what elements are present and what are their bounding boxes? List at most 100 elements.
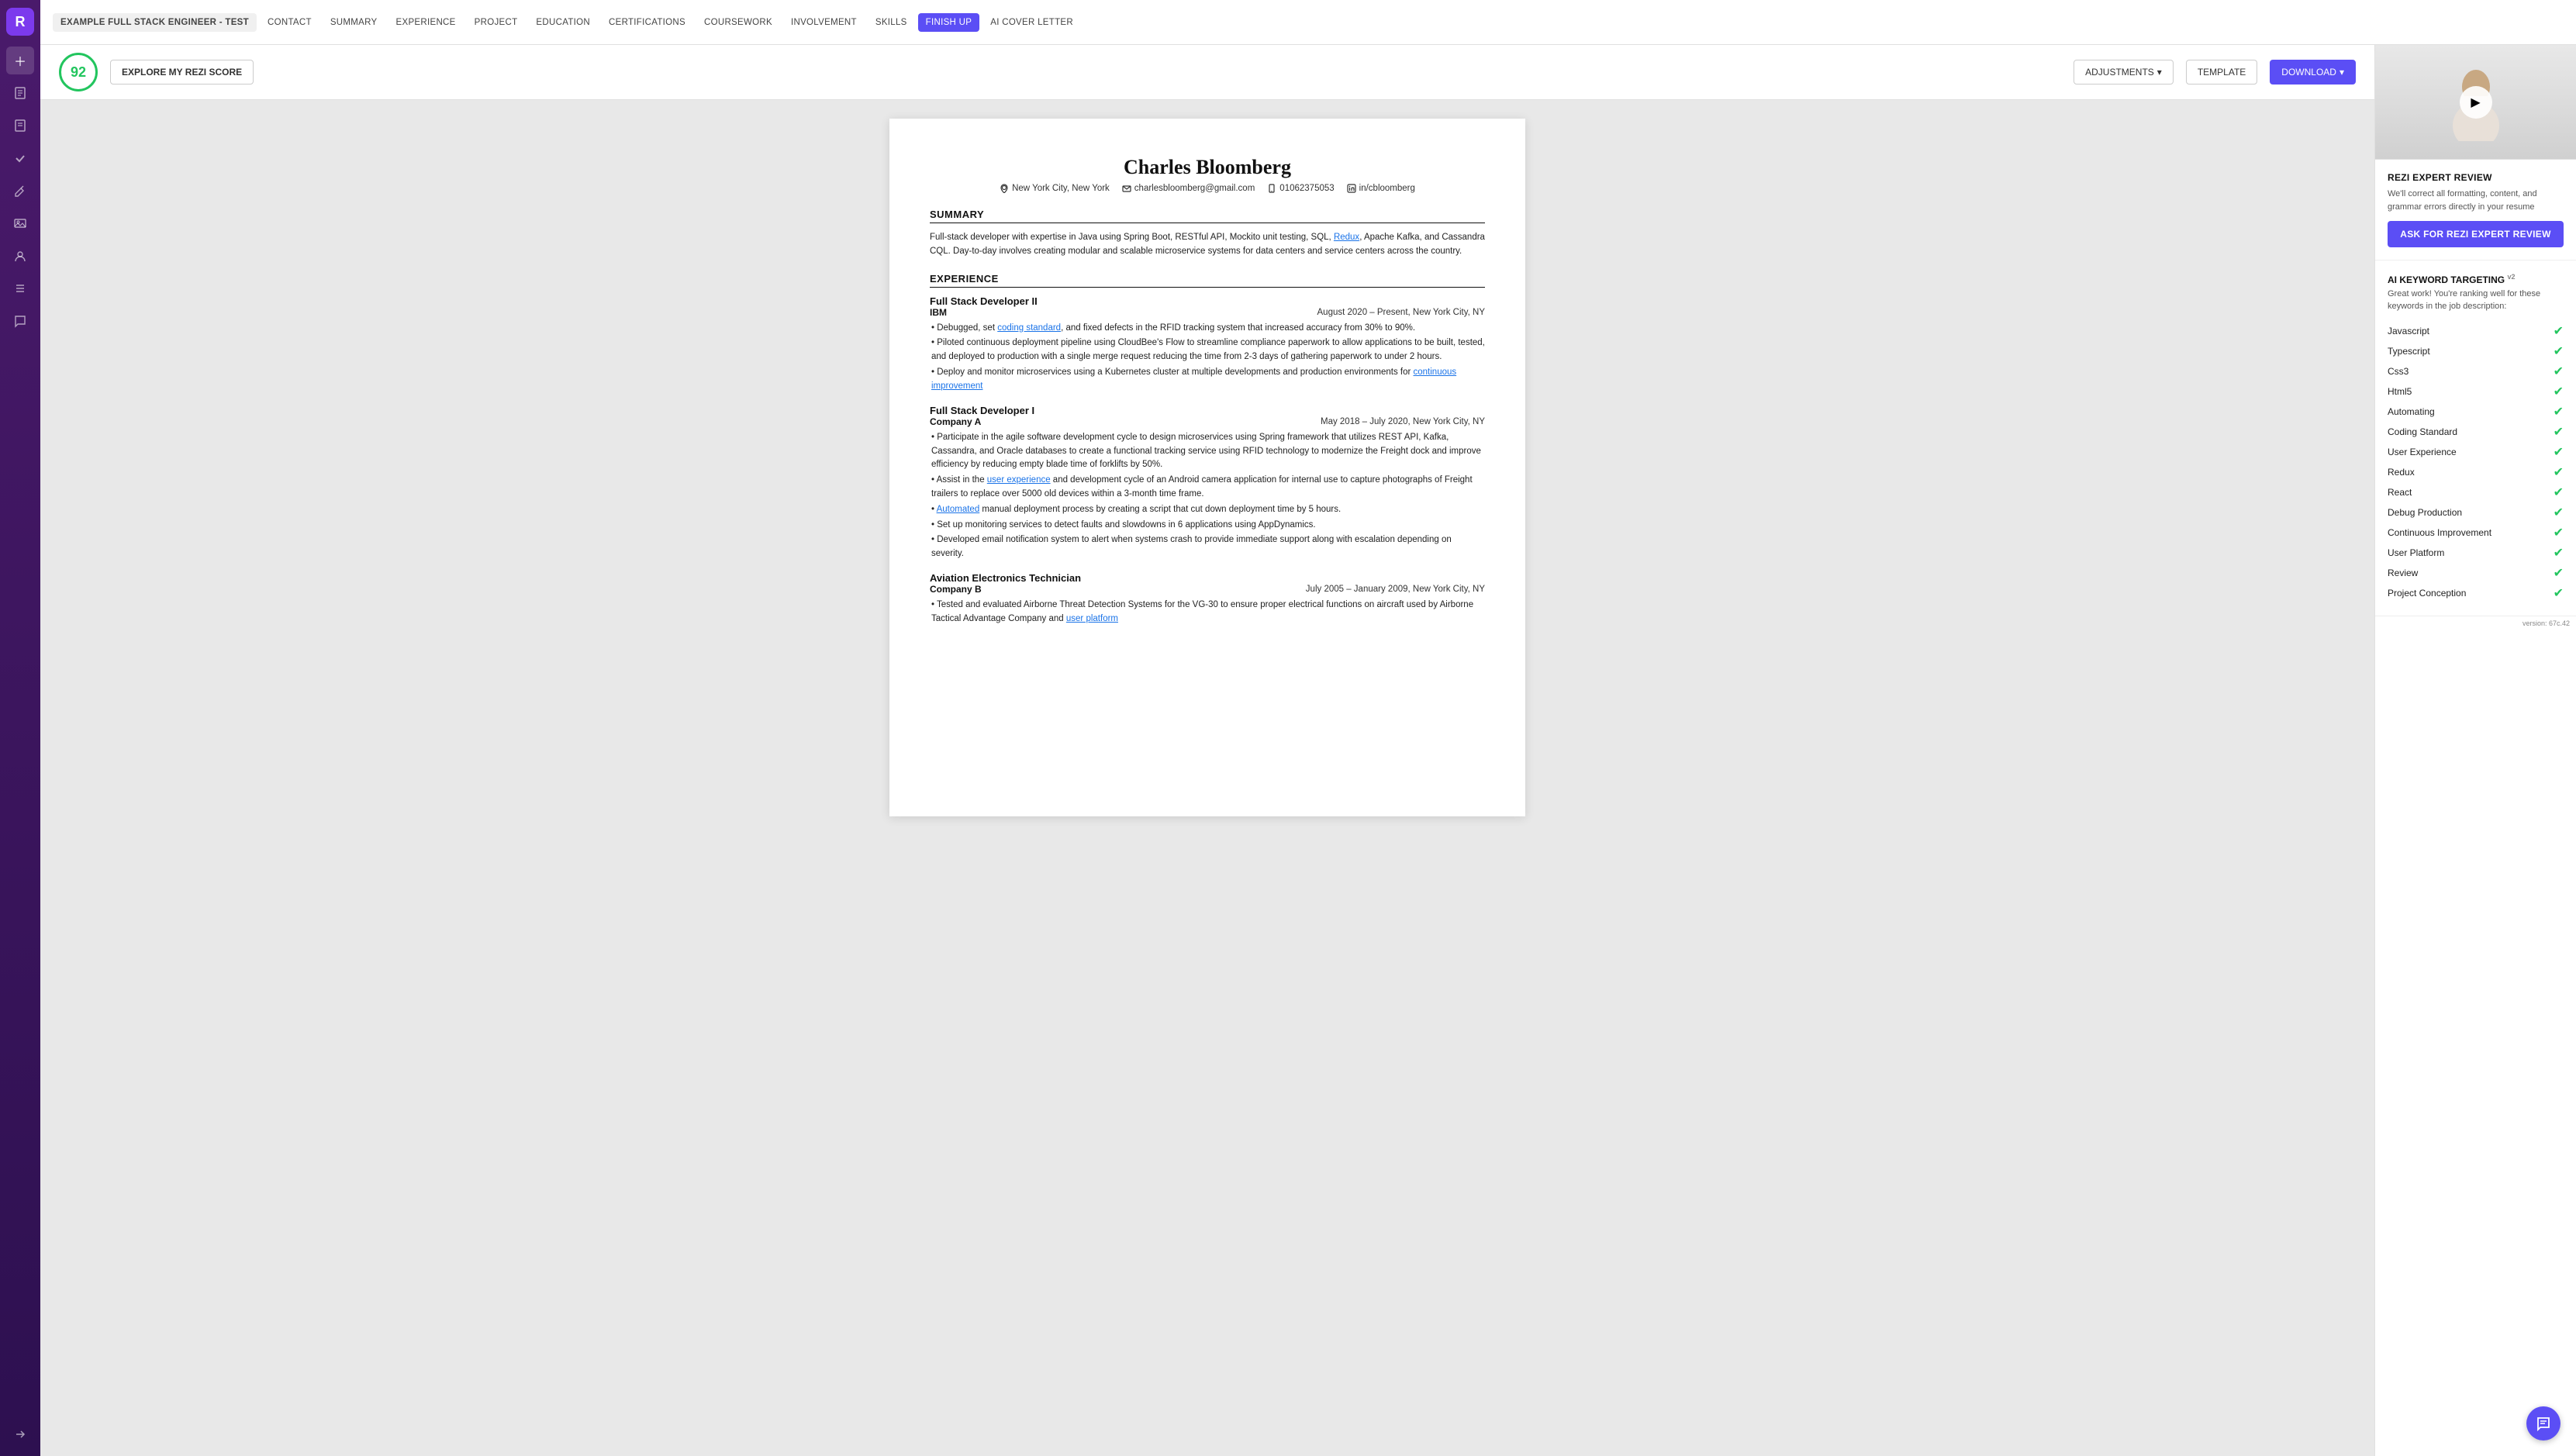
ask-review-button[interactable]: ASK FOR REZI EXPERT REVIEW bbox=[2388, 221, 2564, 247]
keyword-row-continuous-improvement: Continuous Improvement ✔ bbox=[2388, 523, 2564, 543]
keyword-row-automating: Automating ✔ bbox=[2388, 402, 2564, 422]
keyword-targeting-section: AI KEYWORD TARGETING v2 Great work! You'… bbox=[2375, 260, 2576, 616]
keyword-check-debug-production: ✔ bbox=[2554, 505, 2564, 520]
job-title-2: Full Stack Developer I bbox=[930, 405, 1485, 416]
video-thumbnail[interactable]: ▶ bbox=[2375, 45, 2576, 160]
nav-item-involvement[interactable]: INVOLVEMENT bbox=[783, 13, 865, 32]
keyword-check-html5: ✔ bbox=[2554, 384, 2564, 399]
keyword-row-user-experience: User Experience ✔ bbox=[2388, 442, 2564, 462]
rezi-expert-section: REZI EXPERT REVIEW We'll correct all for… bbox=[2375, 160, 2576, 260]
score-bar: 92 EXPLORE MY REZI SCORE ADJUSTMENTS ▾ T… bbox=[40, 45, 2374, 100]
nav-item-contact[interactable]: CONTACT bbox=[260, 13, 319, 32]
keyword-check-user-experience: ✔ bbox=[2554, 444, 2564, 460]
job-item-2: Full Stack Developer I Company A May 201… bbox=[930, 405, 1485, 561]
nav-item-project[interactable]: PROJECT bbox=[467, 13, 526, 32]
adjustments-button[interactable]: ADJUSTMENTS ▾ bbox=[2074, 60, 2174, 85]
keyword-check-user-platform: ✔ bbox=[2554, 545, 2564, 561]
link-user-experience: user experience bbox=[987, 475, 1051, 485]
keyword-check-redux: ✔ bbox=[2554, 464, 2564, 480]
summary-highlight-redux: Redux bbox=[1334, 233, 1359, 242]
keyword-name-html5: Html5 bbox=[2388, 386, 2412, 397]
job-date-2: May 2018 – July 2020, New York City, NY bbox=[1321, 417, 1485, 426]
nav-item-skills[interactable]: SKILLS bbox=[868, 13, 915, 32]
keyword-row-css3: Css3 ✔ bbox=[2388, 361, 2564, 381]
sidebar-icon-list[interactable] bbox=[6, 274, 34, 302]
version-text: version: 67c.42 bbox=[2375, 616, 2576, 630]
job-company-3: Company B bbox=[930, 584, 982, 595]
template-button[interactable]: TEMPLATE bbox=[2186, 60, 2257, 85]
resume-email: charlesbloomberg@gmail.com bbox=[1122, 184, 1255, 193]
keyword-row-debug-production: Debug Production ✔ bbox=[2388, 502, 2564, 523]
main-area: EXAMPLE FULL STACK ENGINEER - TEST CONTA… bbox=[40, 0, 2576, 1456]
resume-area: 92 EXPLORE MY REZI SCORE ADJUSTMENTS ▾ T… bbox=[40, 45, 2374, 1456]
nav-item-experience[interactable]: EXPERIENCE bbox=[388, 13, 464, 32]
nav-item-finish-up[interactable]: FINISH UP bbox=[918, 13, 980, 32]
sidebar-icon-arrow[interactable] bbox=[6, 1420, 34, 1448]
resume-candidate-name: Charles Bloomberg bbox=[930, 156, 1485, 179]
keyword-name-user-experience: User Experience bbox=[2388, 447, 2457, 457]
sidebar-logo[interactable]: R bbox=[6, 8, 34, 36]
job-bullet-2-2: • Assist in the user experience and deve… bbox=[931, 474, 1485, 502]
job-title-3: Aviation Electronics Technician bbox=[930, 572, 1485, 584]
sidebar-icon-edit[interactable] bbox=[6, 177, 34, 205]
right-panel: ▶ REZI EXPERT REVIEW We'll correct all f… bbox=[2374, 45, 2576, 1456]
chat-support-button[interactable] bbox=[2526, 1406, 2560, 1440]
job-company-row-3: Company B July 2005 – January 2009, New … bbox=[930, 584, 1485, 595]
job-item-1: Full Stack Developer II IBM August 2020 … bbox=[930, 295, 1485, 394]
keyword-section-title: AI KEYWORD TARGETING v2 bbox=[2388, 273, 2564, 285]
keyword-check-typescript: ✔ bbox=[2554, 343, 2564, 359]
nav-item-ai-cover[interactable]: AI COVER LETTER bbox=[982, 13, 1081, 32]
keyword-row-react: React ✔ bbox=[2388, 482, 2564, 502]
sidebar-icon-plus[interactable]: ＋ bbox=[6, 47, 34, 74]
keyword-row-html5: Html5 ✔ bbox=[2388, 381, 2564, 402]
summary-section-title: SUMMARY bbox=[930, 209, 1485, 223]
sidebar-icon-user[interactable] bbox=[6, 242, 34, 270]
link-coding-standard: coding standard bbox=[997, 323, 1061, 333]
job-company-1: IBM bbox=[930, 307, 947, 318]
job-bullets-2: • Participate in the agile software deve… bbox=[931, 431, 1485, 561]
experience-section-title: EXPERIENCE bbox=[930, 273, 1485, 288]
link-automated: Automated bbox=[937, 505, 980, 514]
keyword-name-project-conception: Project Conception bbox=[2388, 588, 2466, 599]
nav-item-coursework[interactable]: COURSEWORK bbox=[696, 13, 780, 32]
rezi-expert-desc: We'll correct all formatting, content, a… bbox=[2388, 188, 2564, 213]
job-date-1: August 2020 – Present, New York City, NY bbox=[1317, 308, 1485, 317]
job-company-2: Company A bbox=[930, 416, 981, 427]
chevron-down-icon: ▾ bbox=[2157, 67, 2162, 78]
sidebar-icon-doc2[interactable] bbox=[6, 112, 34, 140]
sidebar: R ＋ bbox=[0, 0, 40, 1456]
nav-item-certifications[interactable]: CERTIFICATIONS bbox=[601, 13, 693, 32]
job-date-3: July 2005 – January 2009, New York City,… bbox=[1306, 585, 1485, 594]
sidebar-icon-doc1[interactable] bbox=[6, 79, 34, 107]
keyword-row-project-conception: Project Conception ✔ bbox=[2388, 583, 2564, 603]
job-bullet-2-5: • Developed email notification system to… bbox=[931, 533, 1485, 561]
keyword-name-continuous-improvement: Continuous Improvement bbox=[2388, 527, 2491, 538]
nav-item-summary[interactable]: SUMMARY bbox=[323, 13, 385, 32]
keyword-row-user-platform: User Platform ✔ bbox=[2388, 543, 2564, 563]
nav-item-education[interactable]: EDUCATION bbox=[528, 13, 598, 32]
keyword-name-user-platform: User Platform bbox=[2388, 547, 2444, 558]
keyword-check-automating: ✔ bbox=[2554, 404, 2564, 419]
job-bullet-2-1: • Participate in the agile software deve… bbox=[931, 431, 1485, 472]
keyword-name-css3: Css3 bbox=[2388, 366, 2409, 377]
explore-score-button[interactable]: EXPLORE MY REZI SCORE bbox=[110, 60, 254, 85]
job-bullet-2-4: • Set up monitoring services to detect f… bbox=[931, 519, 1485, 533]
resume-linkedin: in/cbloomberg bbox=[1347, 184, 1415, 193]
job-bullet-1-1: • Debugged, set coding standard, and fix… bbox=[931, 322, 1485, 336]
job-bullets-3: • Tested and evaluated Airborne Threat D… bbox=[931, 599, 1485, 626]
chevron-down-icon-dl: ▾ bbox=[2339, 67, 2344, 78]
job-company-row-2: Company A May 2018 – July 2020, New York… bbox=[930, 416, 1485, 427]
nav-item-resume-title[interactable]: EXAMPLE FULL STACK ENGINEER - TEST bbox=[53, 13, 257, 32]
keyword-subtitle: Great work! You're ranking well for thes… bbox=[2388, 288, 2564, 313]
video-play-button[interactable]: ▶ bbox=[2460, 86, 2492, 119]
sidebar-icon-check[interactable] bbox=[6, 144, 34, 172]
job-bullet-1-2: • Piloted continuous deployment pipeline… bbox=[931, 336, 1485, 364]
top-navigation: EXAMPLE FULL STACK ENGINEER - TEST CONTA… bbox=[40, 0, 2576, 45]
keyword-row-typescript: Typescript ✔ bbox=[2388, 341, 2564, 361]
download-button[interactable]: DOWNLOAD ▾ bbox=[2270, 60, 2356, 85]
resume-phone: 01062375053 bbox=[1267, 184, 1334, 193]
keyword-check-css3: ✔ bbox=[2554, 364, 2564, 379]
sidebar-icon-image[interactable] bbox=[6, 209, 34, 237]
keyword-name-redux: Redux bbox=[2388, 467, 2415, 478]
sidebar-icon-chat[interactable] bbox=[6, 307, 34, 335]
